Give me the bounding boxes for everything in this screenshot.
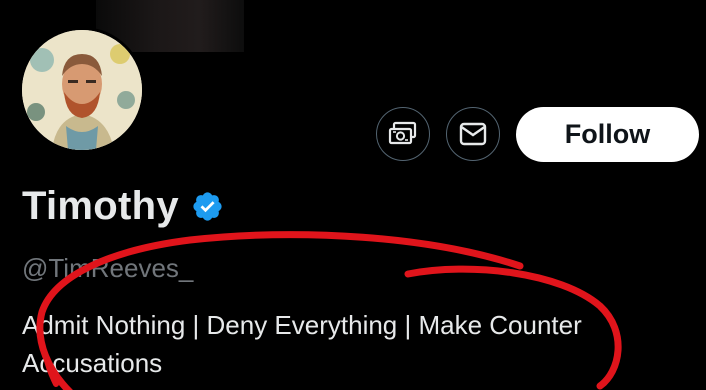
profile-handle[interactable]: @TimReeves_ — [22, 253, 193, 284]
name-row: Timothy — [22, 184, 224, 229]
envelope-icon — [459, 122, 487, 146]
display-name: Timothy — [22, 184, 179, 228]
avatar[interactable] — [22, 30, 142, 150]
follow-button[interactable]: Follow — [516, 107, 699, 162]
verified-badge-icon[interactable] — [191, 190, 224, 223]
profile-bio: Admit Nothing | Deny Everything | Make C… — [22, 310, 582, 378]
profile-header: Follow Timothy @TimReeves_ Admit Nothing… — [0, 0, 706, 390]
money-tip-icon — [388, 121, 417, 145]
message-button[interactable] — [446, 107, 500, 161]
tip-button[interactable] — [376, 107, 430, 161]
